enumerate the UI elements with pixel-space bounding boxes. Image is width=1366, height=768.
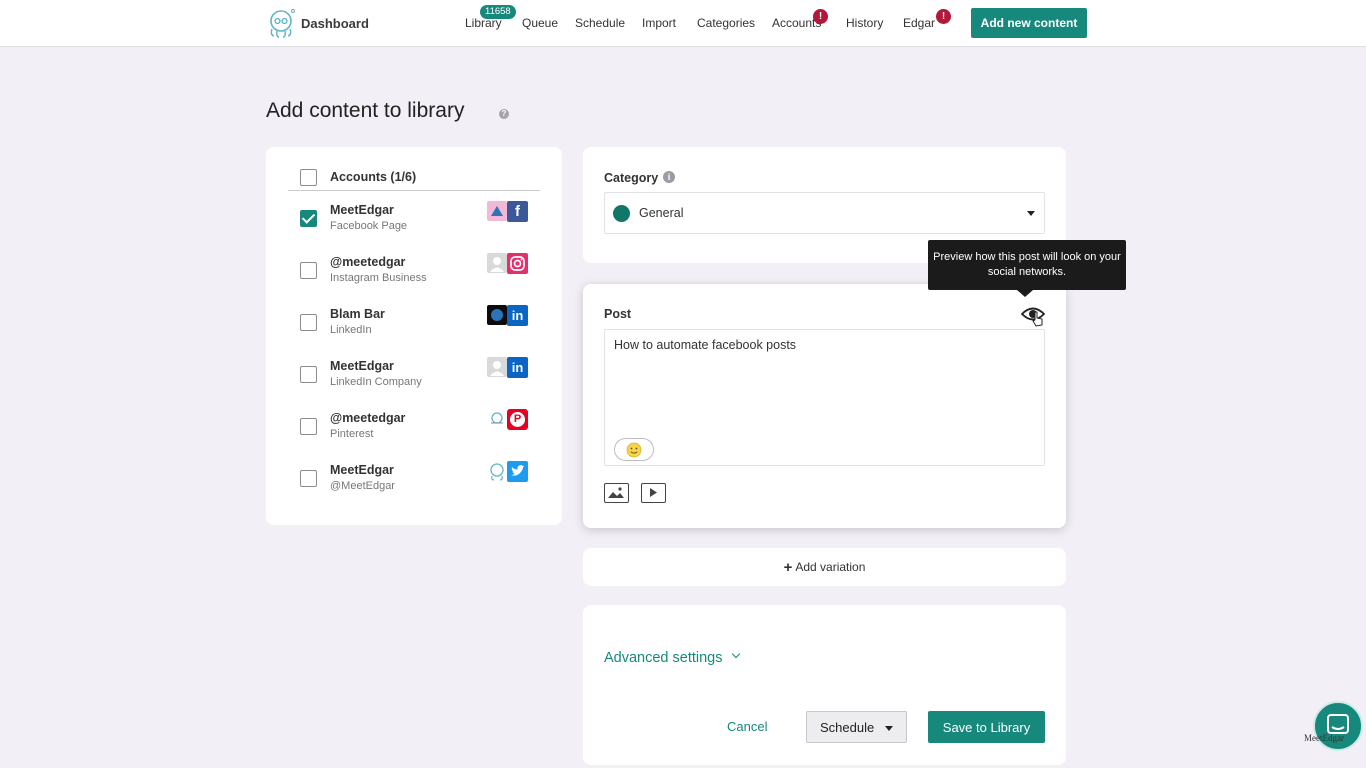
dropdown-caret-icon	[1027, 211, 1035, 216]
add-variation-label: Add variation	[795, 560, 866, 574]
smiley-icon	[626, 442, 642, 457]
select-all-accounts-checkbox[interactable]	[300, 169, 317, 186]
info-icon[interactable]: i	[663, 171, 675, 183]
account-row[interactable]: MeetEdgar @MeetEdgar	[266, 459, 562, 511]
chat-widget-label: MeetEdgar	[1304, 733, 1344, 743]
account-type: LinkedIn	[330, 324, 372, 336]
linkedin-icon: in	[507, 357, 528, 378]
category-select[interactable]: General	[604, 192, 1045, 234]
post-text: How to automate facebook posts	[614, 338, 797, 352]
octopus-avatar-icon	[487, 409, 507, 429]
top-navigation-bar: Dashboard Library 11658 Queue Schedule I…	[0, 0, 1366, 47]
account-row[interactable]: Blam Bar LinkedIn in	[266, 303, 562, 355]
help-icon[interactable]: ?	[499, 109, 509, 119]
chat-widget-button[interactable]	[1313, 701, 1363, 751]
emoji-button[interactable]	[614, 438, 654, 461]
brand-name: Dashboard	[301, 15, 369, 31]
schedule-dropdown-button[interactable]: Schedule	[806, 711, 907, 743]
facebook-icon: f	[507, 201, 528, 222]
account-type: LinkedIn Company	[330, 376, 422, 388]
image-icon[interactable]	[604, 483, 629, 503]
add-variation-button[interactable]: + Add variation	[583, 548, 1066, 586]
library-count-badge: 11658	[480, 5, 516, 19]
account-type: @MeetEdgar	[330, 480, 395, 492]
account-checkbox[interactable]	[300, 314, 317, 331]
schedule-label: Schedule	[820, 720, 875, 735]
pinterest-icon: P	[507, 409, 528, 430]
accounts-header: Accounts (1/6)	[330, 170, 417, 184]
account-name: MeetEdgar	[330, 203, 394, 217]
caret-down-icon	[885, 726, 893, 731]
account-name: @meetedgar	[330, 255, 406, 269]
account-checkbox[interactable]	[300, 262, 317, 279]
nav-queue[interactable]: Queue	[522, 16, 558, 30]
account-name: Blam Bar	[330, 307, 385, 321]
account-checkbox[interactable]	[300, 470, 317, 487]
account-name: MeetEdgar	[330, 463, 394, 477]
octopus-avatar-icon	[487, 461, 507, 481]
brand[interactable]: Dashboard	[266, 7, 369, 39]
account-type: Instagram Business	[330, 272, 427, 284]
account-row[interactable]: MeetEdgar Facebook Page f	[266, 199, 562, 251]
default-avatar-icon	[487, 357, 507, 377]
twitter-icon	[507, 461, 528, 482]
account-type: Pinterest	[330, 428, 374, 440]
edgar-alert-badge: !	[936, 9, 951, 24]
accounts-card: Accounts (1/6) MeetEdgar Facebook Page f…	[266, 147, 562, 525]
actions-card: Advanced settings Cancel Schedule Save t…	[583, 605, 1066, 765]
save-to-library-button[interactable]: Save to Library	[928, 711, 1045, 743]
account-name: @meetedgar	[330, 411, 406, 425]
account-name: MeetEdgar	[330, 359, 394, 373]
category-label: Category	[604, 171, 659, 185]
post-card: Post How to automate facebook posts	[583, 284, 1066, 528]
account-row[interactable]: @meetedgar Instagram Business	[266, 251, 562, 303]
account-avatar	[487, 201, 507, 221]
account-checkbox[interactable]	[300, 418, 317, 435]
video-icon[interactable]	[641, 483, 666, 503]
plus-icon: +	[783, 558, 793, 576]
linkedin-icon: in	[507, 305, 528, 326]
add-new-content-button[interactable]: Add new content	[971, 8, 1087, 38]
preview-tooltip: Preview how this post will look on your …	[928, 240, 1126, 297]
account-checkbox[interactable]	[300, 366, 317, 383]
accounts-alert-badge: !	[813, 9, 828, 24]
account-row[interactable]: @meetedgar Pinterest P	[266, 407, 562, 459]
nav-import[interactable]: Import	[642, 16, 676, 30]
divider	[288, 190, 540, 191]
account-type: Facebook Page	[330, 220, 408, 232]
page-title: Add content to library	[266, 99, 465, 122]
cancel-button[interactable]: Cancel	[727, 719, 767, 734]
post-text-area[interactable]: How to automate facebook posts	[604, 329, 1045, 466]
default-avatar-icon	[487, 253, 507, 273]
category-color-dot	[613, 205, 630, 222]
chevron-down-icon	[731, 649, 741, 659]
account-checkbox[interactable]	[300, 210, 317, 227]
nav-edgar[interactable]: Edgar	[903, 16, 935, 30]
account-avatar	[487, 305, 507, 325]
post-label: Post	[604, 307, 632, 321]
octopus-logo-icon	[270, 9, 295, 38]
nav-history[interactable]: History	[846, 16, 883, 30]
nav-schedule[interactable]: Schedule	[575, 16, 625, 30]
hand-cursor-icon	[1032, 311, 1043, 327]
advanced-settings-toggle[interactable]: Advanced settings	[604, 650, 723, 666]
nav-categories[interactable]: Categories	[697, 16, 755, 30]
instagram-icon	[507, 253, 528, 274]
account-row[interactable]: MeetEdgar LinkedIn Company in	[266, 355, 562, 407]
category-selected-value: General	[639, 206, 684, 220]
